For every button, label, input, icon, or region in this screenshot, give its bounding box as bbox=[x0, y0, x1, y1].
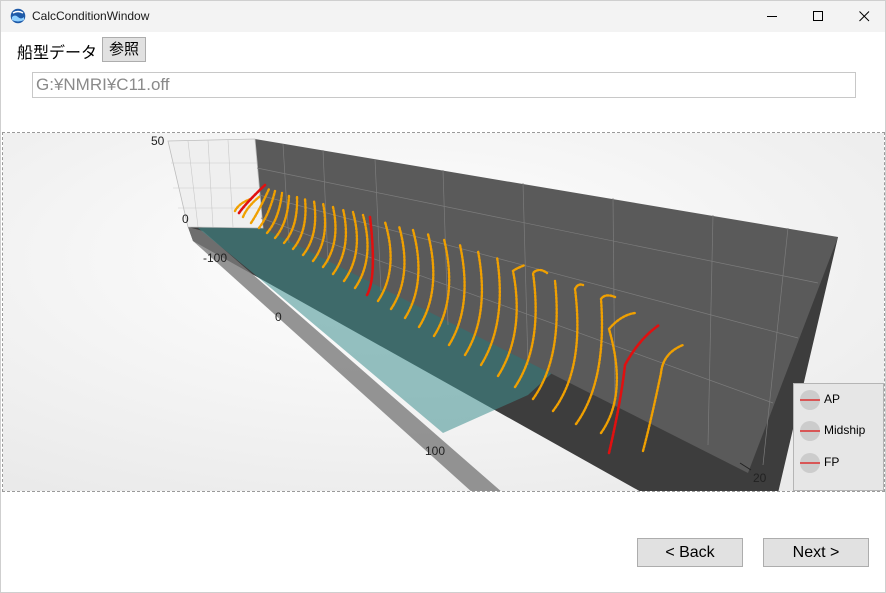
legend-label-ap: AP bbox=[824, 392, 841, 406]
close-icon bbox=[859, 11, 870, 22]
y-axis-zero-label: 0 bbox=[275, 310, 282, 324]
legend-item-ap: AP bbox=[799, 389, 883, 411]
title-bar[interactable]: CalcConditionWindow bbox=[1, 1, 885, 32]
next-button[interactable]: Next > bbox=[763, 538, 869, 567]
x-axis-20-label: 20 bbox=[753, 471, 767, 485]
hull-scene: 50 0 -100 0 100 20 bbox=[3, 133, 884, 491]
close-button[interactable] bbox=[841, 1, 885, 32]
file-path-input[interactable]: G:¥NMRI¥C11.off bbox=[32, 72, 856, 98]
window-title: CalcConditionWindow bbox=[32, 9, 150, 23]
legend-item-midship: Midship bbox=[799, 420, 883, 442]
browse-button[interactable]: 参照 bbox=[102, 37, 146, 62]
3d-viewport[interactable]: 50 0 -100 0 100 20 bbox=[2, 132, 885, 492]
line-swatch-icon bbox=[800, 421, 820, 441]
legend-item-fp: FP bbox=[799, 452, 883, 474]
line-swatch-icon bbox=[800, 453, 820, 473]
maximize-icon bbox=[813, 11, 823, 21]
app-icon bbox=[10, 8, 26, 24]
back-button[interactable]: < Back bbox=[637, 538, 743, 567]
line-swatch-icon bbox=[800, 390, 820, 410]
ship-data-label: 船型データ bbox=[17, 43, 98, 62]
legend-label-midship: Midship bbox=[824, 423, 866, 437]
z-axis-top-label: 50 bbox=[151, 134, 165, 148]
minimize-button[interactable] bbox=[749, 1, 795, 32]
y-axis-100-label: 100 bbox=[425, 444, 445, 458]
y-axis-minus100-label: -100 bbox=[203, 251, 227, 265]
z-axis-zero-label: 0 bbox=[182, 212, 189, 226]
legend-panel: AP Midship FP bbox=[793, 383, 884, 491]
legend-label-fp: FP bbox=[824, 455, 840, 469]
minimize-icon bbox=[767, 16, 777, 17]
maximize-button[interactable] bbox=[795, 1, 841, 32]
app-window: CalcConditionWindow 船型データ 参照 G:¥NMRI¥C11… bbox=[0, 0, 886, 593]
